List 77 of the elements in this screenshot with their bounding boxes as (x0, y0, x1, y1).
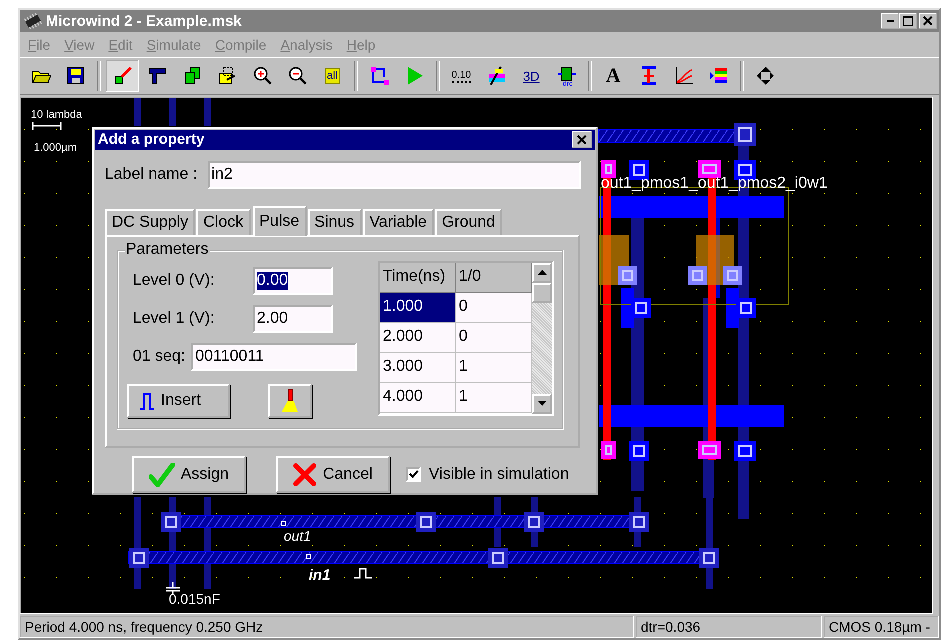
zoom-in-icon (252, 66, 272, 86)
scale-label: 10 lambda (31, 109, 82, 121)
zoom-out-icon (288, 66, 308, 86)
checkmark-icon (408, 470, 418, 479)
maximize-button[interactable] (899, 13, 917, 29)
connect-icon (370, 66, 390, 86)
tab[interactable]: DC Supply (105, 208, 196, 235)
input-field[interactable]: 2.00 (253, 304, 333, 333)
table-cell[interactable]: 1 (456, 352, 532, 383)
close-button[interactable] (572, 131, 592, 148)
maximize-icon (903, 16, 913, 26)
tab[interactable]: Variable (362, 208, 434, 235)
field-label: Label name : (105, 166, 198, 184)
tab[interactable]: Ground (435, 208, 502, 235)
field-label: Level 0 (V): (132, 272, 216, 290)
curves-icon (674, 66, 694, 86)
table-cell[interactable]: 4.000 (380, 382, 456, 413)
clear-button[interactable] (268, 384, 312, 418)
copy-icon (182, 66, 202, 86)
node-marker-icon (282, 522, 286, 526)
chip-icon (24, 13, 42, 29)
draw-button[interactable] (106, 60, 139, 92)
cancel-button[interactable]: Cancel (276, 456, 390, 493)
table-cell[interactable]: 0 (456, 322, 532, 353)
tab[interactable]: Clock (196, 208, 250, 235)
pencil-icon (112, 66, 132, 86)
table-cell[interactable]: 1.000 (380, 292, 456, 323)
status-text: CMOS 0.18µm - (824, 616, 939, 638)
checkbox-label: Visible in simulation (429, 466, 570, 484)
capacitor-icon (165, 581, 181, 596)
minimize-button[interactable] (881, 13, 899, 29)
node-label: out1 (284, 528, 312, 544)
table-cell[interactable]: 2.000 (380, 322, 456, 353)
capacitance-label: 0.015nF (169, 591, 220, 607)
node-label: in1 (309, 567, 331, 584)
field-label: Level 1 (V): (132, 310, 216, 328)
save-icon (66, 66, 86, 86)
brush-icon (281, 388, 299, 413)
column-header: 1/0 (456, 262, 532, 293)
pulse-icon (139, 392, 155, 410)
pulse-icon (354, 568, 372, 579)
input-field[interactable]: in2 (208, 160, 581, 189)
input-field[interactable]: 00110011 (191, 342, 358, 371)
minimize-icon (886, 20, 894, 22)
arrows-icon (756, 66, 776, 86)
table-cell[interactable]: 3.000 (380, 352, 456, 383)
node-marker-icon (306, 554, 312, 560)
move-icon (218, 66, 238, 86)
table-cell[interactable]: 1 (456, 382, 532, 413)
assign-button[interactable]: Assign (132, 456, 246, 493)
scroll-down-button[interactable] (532, 394, 552, 414)
scrollbar[interactable] (532, 262, 552, 414)
down-arrow-icon (538, 401, 546, 406)
close-icon (576, 134, 588, 145)
window-title: Microwind 2 - Example.msk (46, 12, 243, 30)
color-bars-icon (708, 66, 728, 86)
status-text: Period 4.000 ns, frequency 0.250 GHz (20, 616, 634, 638)
checkbox[interactable] (406, 467, 421, 482)
tab[interactable]: Sinus (308, 208, 362, 235)
scroll-up-button[interactable] (532, 262, 552, 283)
close-icon (923, 16, 933, 26)
cross-section-icon (486, 66, 506, 86)
cross-icon (293, 462, 318, 486)
dialog-title: Add a property (98, 131, 205, 148)
column-header: Time(ns) (380, 262, 456, 293)
check-icon (148, 462, 175, 486)
tab[interactable]: Pulse (252, 206, 307, 236)
table-cell[interactable]: 0 (456, 292, 532, 323)
scale-bar-icon (32, 121, 62, 131)
field-label: 01 seq: (132, 348, 186, 366)
scroll-thumb[interactable] (532, 282, 552, 303)
status-text: dtr=0.036 (636, 616, 822, 638)
up-arrow-icon (538, 270, 546, 276)
close-button[interactable] (919, 13, 937, 29)
insert-button[interactable]: Insert (127, 384, 230, 418)
input-field[interactable]: 0.00 (253, 266, 333, 295)
scale-label: 1.000µm (34, 142, 78, 154)
